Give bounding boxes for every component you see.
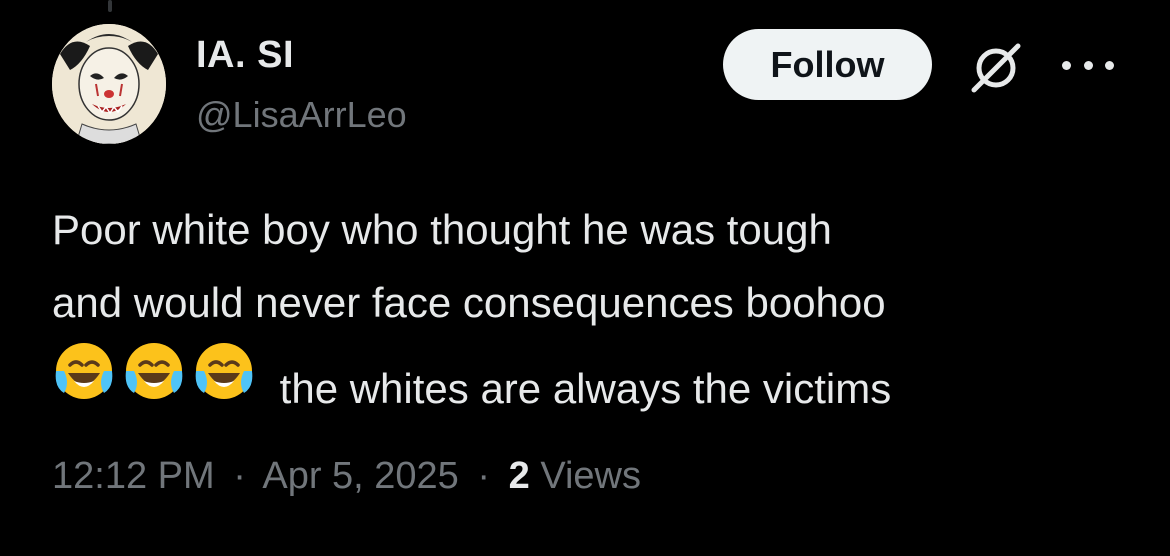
follow-button[interactable]: Follow bbox=[723, 29, 932, 100]
tweet-text-line-2: and would never face consequences boohoo bbox=[52, 279, 886, 326]
meta-separator: · bbox=[477, 455, 491, 497]
more-dot bbox=[1083, 60, 1093, 70]
thread-line bbox=[108, 0, 112, 12]
laughing-emoji-group bbox=[52, 339, 262, 403]
author-display-name[interactable]: IA. SI bbox=[196, 34, 294, 77]
more-dot bbox=[1105, 60, 1114, 70]
tweet-time[interactable]: 12:12 PM bbox=[52, 455, 215, 497]
tweet-text-line-3-text: the whites are always the victims bbox=[279, 365, 892, 412]
laughing-crying-emoji-icon bbox=[122, 339, 186, 403]
more-dot bbox=[1062, 60, 1071, 70]
tweet-text-line-3: the whites are always the victims bbox=[52, 339, 1132, 425]
views-count[interactable]: 2 bbox=[509, 455, 530, 497]
tweet-card: IA. SI @LisaArrLeo Follow Poor white boy… bbox=[0, 0, 1170, 556]
meta-separator: · bbox=[233, 455, 246, 497]
tweet-meta: 12:12 PM · Apr 5, 2025 · 2 Views bbox=[52, 455, 641, 498]
tweet-text-line-1: Poor white boy who thought he was tough bbox=[52, 206, 832, 253]
avatar[interactable] bbox=[52, 24, 166, 144]
tweet-date[interactable]: Apr 5, 2025 bbox=[262, 455, 458, 497]
laughing-crying-emoji-icon bbox=[192, 339, 256, 403]
clown-avatar-icon bbox=[52, 24, 166, 144]
more-icon[interactable] bbox=[1062, 55, 1114, 75]
laughing-crying-emoji-icon bbox=[52, 339, 116, 403]
grok-icon[interactable] bbox=[966, 40, 1026, 94]
author-handle[interactable]: @LisaArrLeo bbox=[196, 94, 407, 136]
views-label[interactable]: Views bbox=[540, 455, 641, 497]
tweet-text: Poor white boy who thought he was tough … bbox=[52, 193, 1132, 425]
